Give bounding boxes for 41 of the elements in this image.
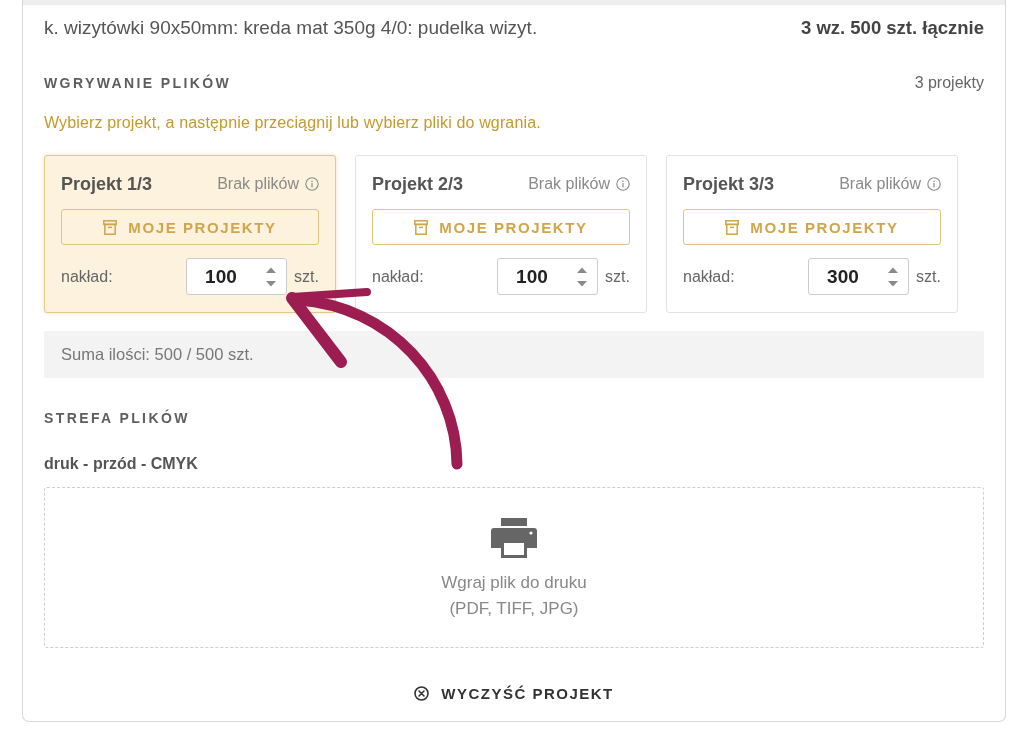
project-title: Projekt 3/3	[683, 174, 775, 194]
project-card[interactable]: Projekt 3/3 Brak plików MOJE PROJEKTY nakład: 300 szt.	[666, 155, 958, 313]
spinner-arrows-icon[interactable]	[887, 265, 900, 288]
file-slot-label: druk - przód - CMYK	[44, 454, 198, 474]
spinner-arrows-icon[interactable]	[265, 265, 278, 288]
unit-label: szt.	[294, 267, 319, 286]
project-count: 3 projekty	[914, 73, 984, 93]
quantity-summary: Suma ilości: 500 / 500 szt.	[44, 331, 984, 378]
file-status: Brak plików	[839, 174, 921, 194]
quantity-label: nakład:	[372, 267, 425, 286]
file-status: Brak plików	[217, 174, 299, 194]
quantity-field[interactable]: 100	[497, 258, 599, 295]
quantity-field[interactable]: 300	[808, 258, 910, 295]
quantity-field[interactable]: 100	[186, 258, 288, 295]
clear-project-button[interactable]: WYCZYŚĆ PROJEKT	[410, 678, 618, 708]
printer-icon	[491, 518, 537, 558]
project-title: Projekt 2/3	[372, 174, 464, 194]
file-dropzone[interactable]: Wgraj plik do druku (PDF, TIFF, JPG)	[44, 487, 984, 648]
archive-icon	[103, 219, 118, 235]
close-circle-icon	[414, 685, 430, 701]
project-title: Projekt 1/3	[61, 174, 153, 194]
product-description: k. wizytówki 90x50mm: kreda mat 350g 4/0: pudelka wizyt.	[44, 17, 538, 39]
section-heading: STREFA PLIKÓW	[44, 408, 190, 428]
spinner-arrows-icon[interactable]	[576, 265, 589, 288]
info-icon	[927, 177, 941, 191]
project-card[interactable]: Projekt 2/3 Brak plików MOJE PROJEKTY nakład: 100 szt.	[355, 155, 647, 313]
unit-label: szt.	[605, 267, 630, 286]
dropzone-title: Wgraj plik do druku	[441, 573, 587, 593]
unit-label: szt.	[916, 267, 941, 286]
quantity-label: nakład:	[683, 267, 736, 286]
file-status: Brak plików	[528, 174, 610, 194]
order-total: 3 wz. 500 szt. łącznie	[800, 17, 984, 39]
info-icon	[616, 177, 630, 191]
section-heading: WGRYWANIE PLIKÓW	[44, 73, 232, 93]
archive-icon	[725, 219, 740, 235]
instruction-text: Wybierz projekt, a następnie przeciągnij lub wybierz pliki do wgrania.	[44, 113, 541, 133]
dropzone-formats: (PDF, TIFF, JPG)	[449, 599, 579, 619]
project-card[interactable]: Projekt 1/3 Brak plików MOJE PROJEKTY nakład: 100 szt.	[44, 155, 336, 313]
archive-icon	[414, 219, 429, 235]
info-icon	[305, 177, 319, 191]
quantity-label: nakład:	[61, 267, 114, 286]
